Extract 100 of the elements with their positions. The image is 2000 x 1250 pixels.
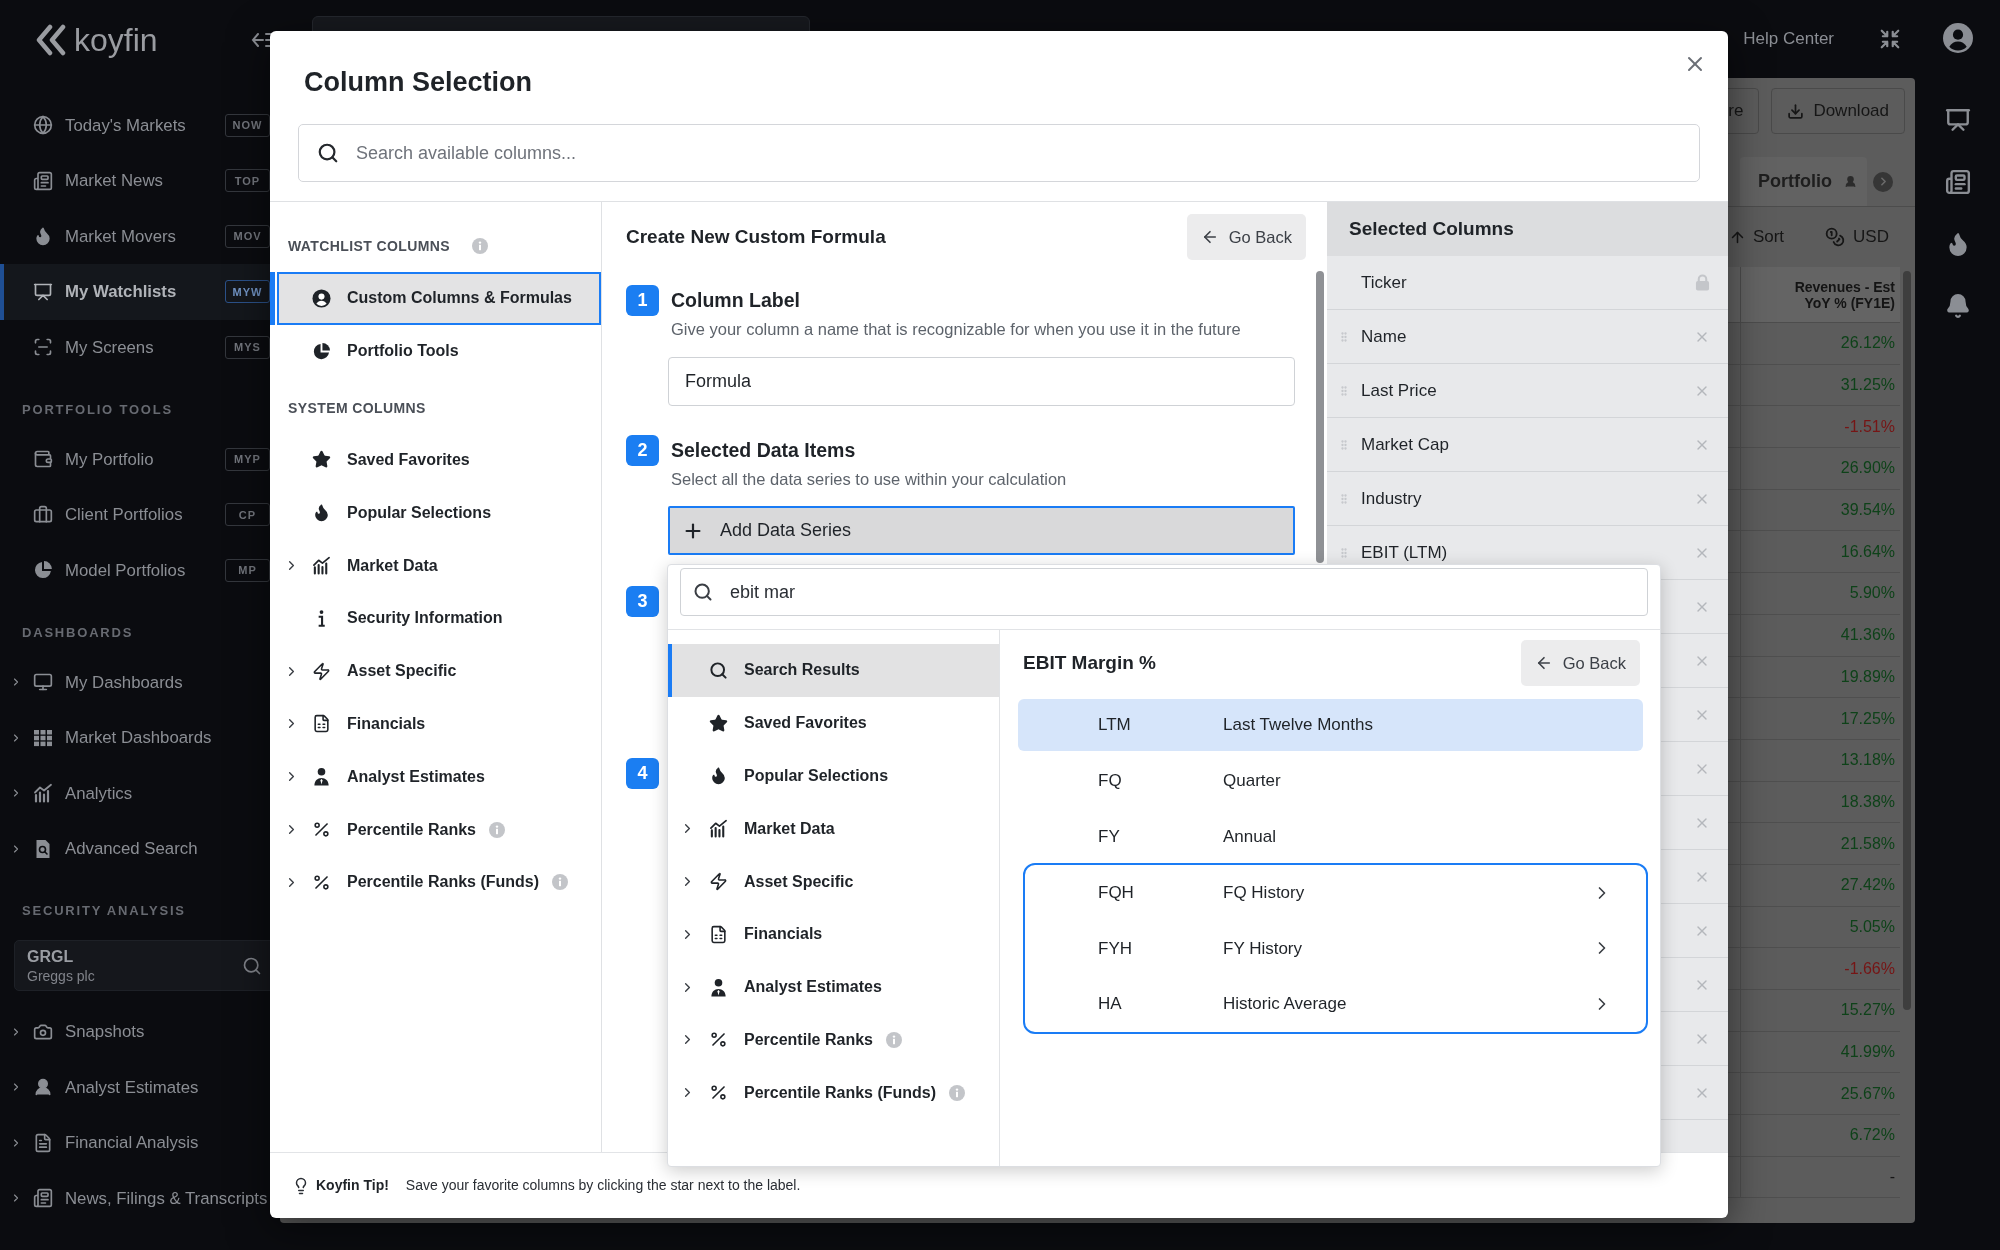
category-item[interactable]: Saved Favorites: [277, 433, 601, 487]
table-cell-text: 41.36%: [1840, 625, 1895, 646]
category-item[interactable]: Market Data: [277, 539, 601, 592]
avatar-icon[interactable]: [1943, 23, 1973, 53]
table-cell-text: 6.72%: [1849, 1125, 1895, 1146]
search-field[interactable]: ebit mar: [680, 568, 1648, 616]
category-item[interactable]: Financials: [277, 697, 601, 751]
section-heading: SYSTEM COLUMNS: [288, 398, 426, 418]
sidebar-item[interactable]: Financial Analysis: [0, 1115, 280, 1171]
period-option[interactable]: FQH FQ History: [1025, 865, 1646, 921]
sidebar-item[interactable]: Advanced Search: [0, 821, 280, 877]
period-option[interactable]: FQ Quarter: [1018, 755, 1643, 807]
sidebar-item[interactable]: Market News TOP: [0, 153, 280, 209]
category-item[interactable]: Popular Selections: [277, 486, 601, 540]
sidebar-item[interactable]: Model Portfolios MP: [0, 542, 280, 598]
sidebar-item[interactable]: My Portfolio MYP: [0, 431, 280, 487]
category-item[interactable]: Financials: [668, 908, 999, 961]
table-cell-text: 31.25%: [1840, 375, 1895, 396]
period-option[interactable]: HA Historic Average: [1025, 976, 1646, 1032]
table-cell-text: 26.90%: [1840, 458, 1895, 479]
category-item[interactable]: Analyst Estimates: [668, 960, 999, 1014]
table-cell-text: 26.12%: [1840, 333, 1895, 354]
category-item[interactable]: Percentile Ranks: [668, 1013, 999, 1067]
help-center-link[interactable]: Help Center: [1743, 26, 1834, 52]
sidebar-item[interactable]: Client Portfolios CP: [0, 487, 280, 543]
table-cell-text: 17.25%: [1840, 708, 1895, 729]
user-icon: [33, 1077, 53, 1098]
search-field[interactable]: Search available columns...: [298, 124, 1700, 182]
table-cell-text: 19.89%: [1840, 666, 1895, 687]
period-label: Last Twelve Months: [1223, 714, 1373, 737]
table-cell-text: 18.38%: [1840, 791, 1895, 812]
category-item[interactable]: Percentile Ranks (Funds): [277, 855, 601, 909]
sidebar-item[interactable]: My Screens MYS: [0, 319, 280, 375]
logo-mark-icon: [36, 24, 66, 56]
table-cell-text: 39.54%: [1840, 500, 1895, 521]
pie-chart-icon: [311, 341, 331, 361]
category-item[interactable]: Portfolio Tools: [277, 324, 601, 378]
go-back-button[interactable]: Go Back: [1186, 214, 1306, 260]
category-item[interactable]: Custom Columns & Formulas: [277, 272, 601, 325]
search-icon: [317, 142, 339, 164]
presentation-icon[interactable]: [1945, 107, 1971, 133]
table-cell-text: -: [1889, 1167, 1895, 1188]
sidebar-item[interactable]: Market Dashboards: [0, 710, 280, 766]
section-heading: DASHBOARDS: [22, 623, 134, 642]
category-item[interactable]: Security Information: [277, 592, 601, 645]
spreadsheet-icon: [311, 714, 331, 734]
column-name: Last Price: [1361, 379, 1437, 402]
table-cell-text: -1.51%: [1844, 416, 1895, 437]
category-item[interactable]: Market Data: [668, 802, 999, 856]
next-tab-button[interactable]: [1873, 171, 1893, 192]
bell-icon[interactable]: [1945, 293, 1971, 319]
section-title: Create New Custom Formula: [626, 224, 886, 249]
column-name: Market Cap: [1361, 433, 1449, 456]
selection-indicator: [270, 272, 275, 325]
category-item[interactable]: Asset Specific: [277, 644, 601, 698]
period-code: FY: [1098, 826, 1121, 849]
period-code: FYH: [1098, 937, 1133, 960]
document-icon: [33, 1132, 53, 1153]
period-code: HA: [1098, 993, 1123, 1015]
sidebar-item[interactable]: Market Movers MOV: [0, 208, 280, 264]
table-cell-text: 13.18%: [1840, 750, 1895, 771]
category-item[interactable]: Analyst Estimates: [277, 750, 601, 804]
person-icon: [311, 767, 331, 787]
search-icon: [242, 955, 262, 976]
period-option[interactable]: FYH FY History: [1025, 920, 1646, 976]
scrollbar-thumb[interactable]: [1316, 271, 1324, 563]
sidebar-item[interactable]: Today's Markets NOW: [0, 97, 280, 153]
download-icon: [1787, 102, 1805, 120]
globe-icon: [33, 115, 53, 136]
sidebar-item[interactable]: Analyst Estimates: [0, 1059, 280, 1115]
category-item[interactable]: Percentile Ranks (Funds): [668, 1066, 999, 1120]
sidebar-item[interactable]: My Dashboards: [0, 654, 280, 710]
compress-icon[interactable]: [1879, 28, 1901, 50]
step-description: Give your column a name that is recognizable for when you use it in the future: [670, 319, 1241, 340]
newspaper-icon: [33, 1188, 53, 1209]
category-item[interactable]: Saved Favorites: [668, 696, 999, 750]
section-heading: WATCHLIST COLUMNS: [288, 237, 451, 256]
period-label: FY History: [1223, 937, 1303, 960]
newspaper-icon[interactable]: [1945, 169, 1971, 195]
table-cell-text: 25.67%: [1840, 1083, 1895, 1104]
category-item[interactable]: Search Results: [668, 644, 999, 697]
period-option[interactable]: LTM Last Twelve Months: [1018, 699, 1643, 751]
go-back-button[interactable]: Go Back: [1520, 640, 1640, 686]
sidebar-item[interactable]: Snapshots: [0, 1004, 280, 1060]
scrollbar-thumb[interactable]: [1903, 271, 1911, 1010]
sidebar-item[interactable]: Analytics: [0, 765, 280, 821]
sidebar-item[interactable]: News, Filings & Transcripts: [0, 1170, 280, 1226]
briefcase-icon: [33, 504, 53, 525]
category-item[interactable]: Percentile Ranks: [277, 803, 601, 856]
period-label: FQ History: [1223, 882, 1305, 904]
logo-text: koyfin: [74, 22, 158, 58]
star-icon: [311, 450, 331, 470]
text-field[interactable]: Formula: [668, 357, 1295, 406]
lightning-icon: [708, 872, 728, 892]
category-item[interactable]: Asset Specific: [668, 855, 999, 908]
period-label: Historic Average: [1223, 993, 1347, 1015]
category-item[interactable]: Popular Selections: [668, 749, 999, 803]
star-icon: [708, 713, 728, 733]
period-option[interactable]: FY Annual: [1018, 811, 1643, 863]
add-data-series-button[interactable]: Add Data Series: [668, 506, 1295, 555]
